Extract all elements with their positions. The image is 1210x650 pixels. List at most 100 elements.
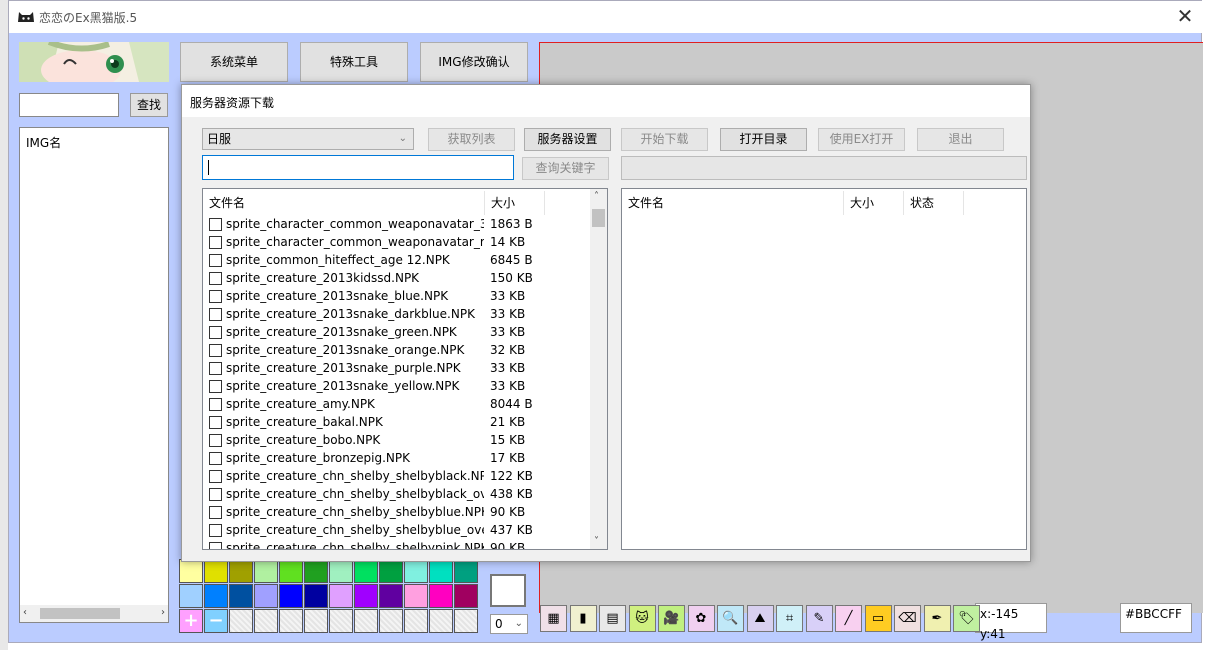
img-confirm-button[interactable]: IMG修改确认 [420, 42, 528, 82]
palette-swatch[interactable] [454, 559, 478, 583]
server-file-list[interactable]: 文件名 大小 sprite_character_common_weaponava… [202, 188, 608, 550]
download-list[interactable]: 文件名 大小 状态 [621, 188, 1027, 550]
keyword-input[interactable] [202, 155, 514, 180]
scroll-down-icon[interactable]: ˅ [594, 536, 599, 547]
table-row[interactable]: sprite_creature_bronzepig.NPK 17 KB [203, 449, 589, 467]
table-row[interactable]: sprite_creature_bobo.NPK 15 KB [203, 431, 589, 449]
mountain-icon[interactable]: ⛰ [746, 605, 774, 632]
palette-swatch[interactable] [354, 559, 378, 583]
line-icon[interactable]: ╱ [835, 605, 862, 632]
remove-color-button[interactable]: − [204, 609, 228, 633]
palette-swatch[interactable] [454, 584, 478, 608]
column-header-filename[interactable]: 文件名 [622, 191, 844, 215]
table-row[interactable]: sprite_creature_2013snake_darkblue.NPK 33… [203, 305, 589, 323]
row-checkbox[interactable] [209, 398, 222, 411]
palette-swatch[interactable] [229, 584, 253, 608]
get-list-button[interactable]: 获取列表 [428, 128, 515, 151]
file-list-vscrollbar[interactable]: ˄ ˅ [590, 189, 607, 549]
palette-swatch[interactable] [254, 584, 278, 608]
row-checkbox[interactable] [209, 470, 222, 483]
row-checkbox[interactable] [209, 362, 222, 375]
eraser-icon[interactable]: ⌫ [894, 605, 921, 632]
grid-icon[interactable]: ▦ [540, 605, 567, 632]
empty-swatch[interactable] [454, 609, 478, 633]
palette-swatch[interactable] [379, 559, 403, 583]
empty-swatch[interactable] [304, 609, 328, 633]
scroll-up-icon[interactable]: ˄ [594, 191, 599, 202]
film-icon[interactable]: ▤ [599, 605, 626, 632]
magnifier-icon[interactable]: 🔍 [717, 605, 744, 632]
table-row[interactable]: sprite_creature_2013kidssd.NPK 150 KB [203, 269, 589, 287]
palette-swatch[interactable] [204, 584, 228, 608]
row-checkbox[interactable] [209, 272, 222, 285]
table-row[interactable]: sprite_creature_chn_shelby_shelbyblue_ov… [203, 521, 589, 539]
camera-icon[interactable]: 🎥 [658, 605, 685, 632]
add-color-button[interactable]: + [179, 609, 203, 633]
palette-swatch[interactable] [379, 584, 403, 608]
pen-icon[interactable]: ✎ [805, 605, 833, 632]
close-button[interactable]: ✕ [1173, 5, 1197, 29]
exit-button[interactable]: 退出 [917, 128, 1004, 151]
table-row[interactable]: sprite_creature_chn_shelby_shelbypink.NP… [203, 539, 589, 549]
row-checkbox[interactable] [209, 416, 222, 429]
palette-swatch[interactable] [304, 559, 328, 583]
palette-swatch[interactable] [404, 584, 428, 608]
empty-swatch[interactable] [279, 609, 303, 633]
row-checkbox[interactable] [209, 326, 222, 339]
palette-swatch[interactable] [404, 559, 428, 583]
scroll-thumb[interactable] [592, 209, 605, 227]
row-checkbox[interactable] [209, 380, 222, 393]
rectangle-icon[interactable]: ▭ [864, 605, 892, 632]
img-search-input[interactable] [19, 93, 119, 117]
row-checkbox[interactable] [209, 218, 222, 231]
table-row[interactable]: sprite_creature_bakal.NPK 21 KB [203, 413, 589, 431]
empty-swatch[interactable] [229, 609, 253, 633]
table-row[interactable]: sprite_character_common_weaponavatar_ro.… [203, 233, 589, 251]
current-color-swatch[interactable] [490, 574, 526, 607]
row-checkbox[interactable] [209, 308, 222, 321]
palette-swatch[interactable] [254, 559, 278, 583]
eyedropper-icon[interactable]: ✒ [923, 605, 951, 632]
table-row[interactable]: sprite_creature_2013snake_orange.NPK 32 K… [203, 341, 589, 359]
cat-transform-icon[interactable]: 🐱 [628, 605, 656, 632]
empty-swatch[interactable] [429, 609, 453, 633]
server-settings-button[interactable]: 服务器设置 [524, 128, 611, 151]
palette-swatch[interactable] [329, 584, 353, 608]
palette-swatch[interactable] [329, 559, 353, 583]
table-row[interactable]: sprite_creature_2013snake_purple.NPK 33 K… [203, 359, 589, 377]
open-with-ex-button[interactable]: 使用EX打开 [818, 128, 905, 151]
table-row[interactable]: sprite_creature_chn_shelby_shelbyblue.NP… [203, 503, 589, 521]
table-row[interactable]: sprite_creature_2013snake_blue.NPK 33 KB [203, 287, 589, 305]
empty-swatch[interactable] [404, 609, 428, 633]
palette-bars-icon[interactable]: ▮ [569, 605, 597, 632]
row-checkbox[interactable] [209, 452, 222, 465]
row-checkbox[interactable] [209, 506, 222, 519]
table-row[interactable]: sprite_creature_2013snake_green.NPK 33 KB [203, 323, 589, 341]
palette-swatch[interactable] [304, 584, 328, 608]
start-download-button[interactable]: 开始下载 [621, 128, 708, 151]
system-menu-button[interactable]: 系统菜单 [180, 42, 288, 82]
server-select[interactable]: 日服 ⌄ [202, 128, 414, 150]
scroll-thumb[interactable] [40, 608, 120, 619]
img-list-hscrollbar[interactable]: ‹ › [20, 605, 168, 622]
row-checkbox[interactable] [209, 488, 222, 501]
row-checkbox[interactable] [209, 236, 222, 249]
row-checkbox[interactable] [209, 254, 222, 267]
crop-icon[interactable]: ⌗ [776, 605, 803, 632]
palette-swatch[interactable] [429, 584, 453, 608]
tag-icon[interactable]: 🏷 [953, 605, 980, 632]
column-header-status[interactable]: 状态 [904, 191, 964, 215]
palette-swatch[interactable] [179, 584, 203, 608]
palette-swatch[interactable] [179, 559, 203, 583]
table-row[interactable]: sprite_creature_amy.NPK 8044 B [203, 395, 589, 413]
palette-swatch[interactable] [354, 584, 378, 608]
row-checkbox[interactable] [209, 290, 222, 303]
empty-swatch[interactable] [354, 609, 378, 633]
img-name-list[interactable]: IMG名 ‹ › [19, 127, 169, 623]
column-header-size[interactable]: 大小 [485, 191, 545, 215]
table-row[interactable]: sprite_creature_chn_shelby_shelbyblack.N… [203, 467, 589, 485]
column-header-size[interactable]: 大小 [844, 191, 904, 215]
query-keyword-button[interactable]: 查询关键字 [522, 157, 609, 180]
scale-select[interactable]: 0 ⌄ [490, 614, 528, 634]
palette-swatch[interactable] [279, 559, 303, 583]
